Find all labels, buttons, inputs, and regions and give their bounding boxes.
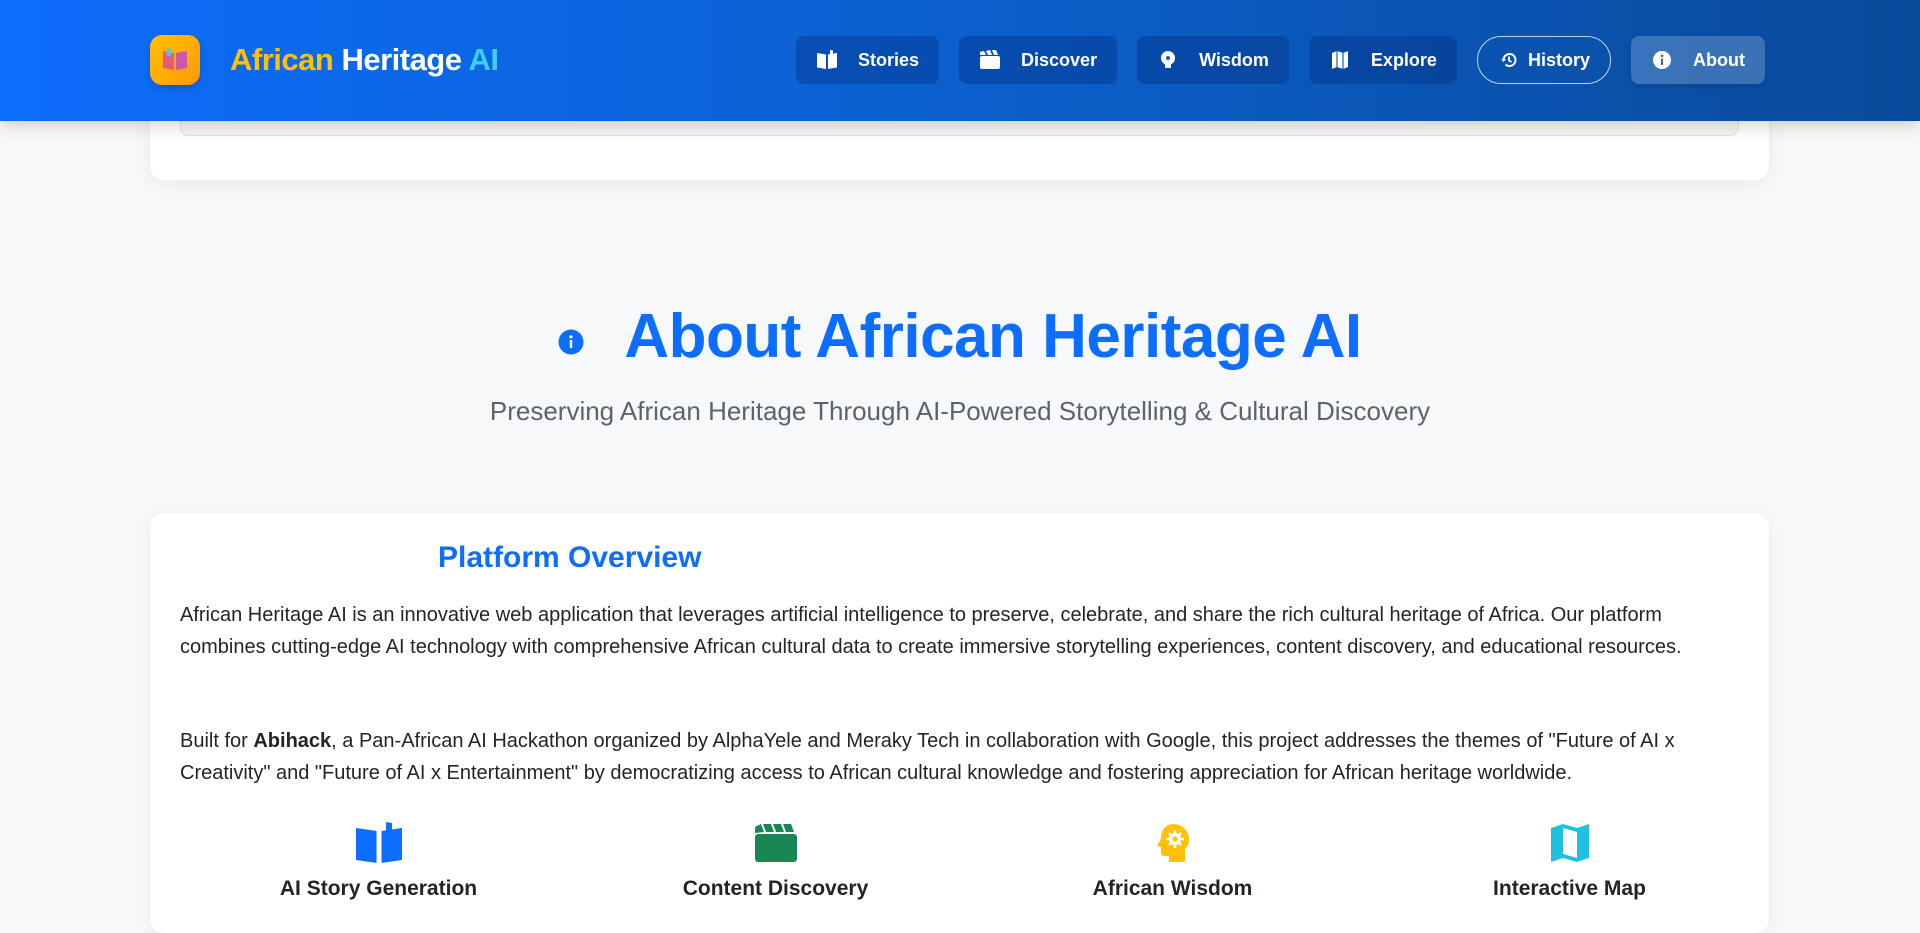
nav-item-wisdom[interactable]: Wisdom	[1137, 36, 1289, 84]
head-gear-icon	[1149, 821, 1197, 865]
nav-item-explore[interactable]: Explore	[1308, 36, 1457, 84]
feature-list: AI Story Generation Content Discovery Af…	[180, 821, 1769, 901]
nav-item-discover[interactable]: Discover	[959, 36, 1118, 84]
hackathon-name: Abihack	[253, 730, 332, 752]
nav-item-about[interactable]: About	[1630, 36, 1765, 84]
nav-item-label: Explore	[1370, 49, 1437, 70]
book-icon	[816, 49, 838, 71]
nav-item-label: Stories	[858, 49, 920, 70]
brand-name-part3: AI	[468, 42, 499, 77]
nav-item-label: About	[1692, 49, 1745, 70]
feature-title: Content Discovery	[682, 877, 869, 900]
feature-african-wisdom: African Wisdom	[974, 821, 1371, 901]
map-icon	[1329, 49, 1351, 71]
info-icon	[1651, 49, 1673, 71]
brand-name-part2: Heritage	[341, 42, 462, 77]
platform-overview-card: Platform Overview African Heritage AI is…	[150, 513, 1769, 933]
history-icon	[1498, 49, 1520, 71]
feature-story-generation: AI Story Generation	[180, 821, 577, 901]
brand-name: African Heritage AI	[230, 42, 499, 78]
map-icon	[1546, 821, 1594, 865]
info-icon	[558, 329, 584, 355]
main-nav: Stories Discover Wisdom Explore History …	[796, 36, 1765, 84]
section-title: Platform Overview	[438, 541, 702, 574]
nav-item-history[interactable]: History	[1476, 36, 1611, 84]
page-title-text: About African Heritage AI	[624, 302, 1362, 371]
nav-item-label: History	[1527, 49, 1590, 70]
feature-interactive-map: Interactive Map	[1371, 821, 1768, 901]
page-subtitle: Preserving African Heritage Through AI-P…	[489, 396, 1431, 426]
feature-title: Interactive Map	[1493, 877, 1646, 900]
feature-content-discovery: Content Discovery	[577, 821, 974, 901]
top-navbar: African Heritage AI Stories Discover Wis…	[0, 0, 1920, 121]
hackathon-paragraph: Built for Abihack, a Pan-African AI Hack…	[180, 725, 1745, 789]
lightbulb-icon	[1157, 49, 1179, 71]
brand[interactable]: African Heritage AI	[150, 35, 499, 85]
film-icon	[752, 821, 800, 865]
book-logo-icon	[150, 35, 200, 85]
film-icon	[979, 49, 1001, 71]
feature-title: African Wisdom	[1092, 877, 1253, 900]
hackathon-paragraph-rest: , a Pan-African AI Hackathon organized b…	[180, 730, 1675, 784]
nav-item-label: Wisdom	[1199, 49, 1269, 70]
page-title: About African Heritage AI	[0, 300, 1920, 374]
book-icon	[355, 821, 403, 865]
feature-title: AI Story Generation	[279, 877, 478, 900]
nav-item-stories[interactable]: Stories	[796, 36, 940, 84]
brand-name-part1: African	[230, 42, 334, 77]
nav-item-label: Discover	[1021, 49, 1098, 70]
overview-paragraph: African Heritage AI is an innovative web…	[180, 604, 1682, 658]
hackathon-paragraph-prefix: Built for	[180, 730, 254, 752]
